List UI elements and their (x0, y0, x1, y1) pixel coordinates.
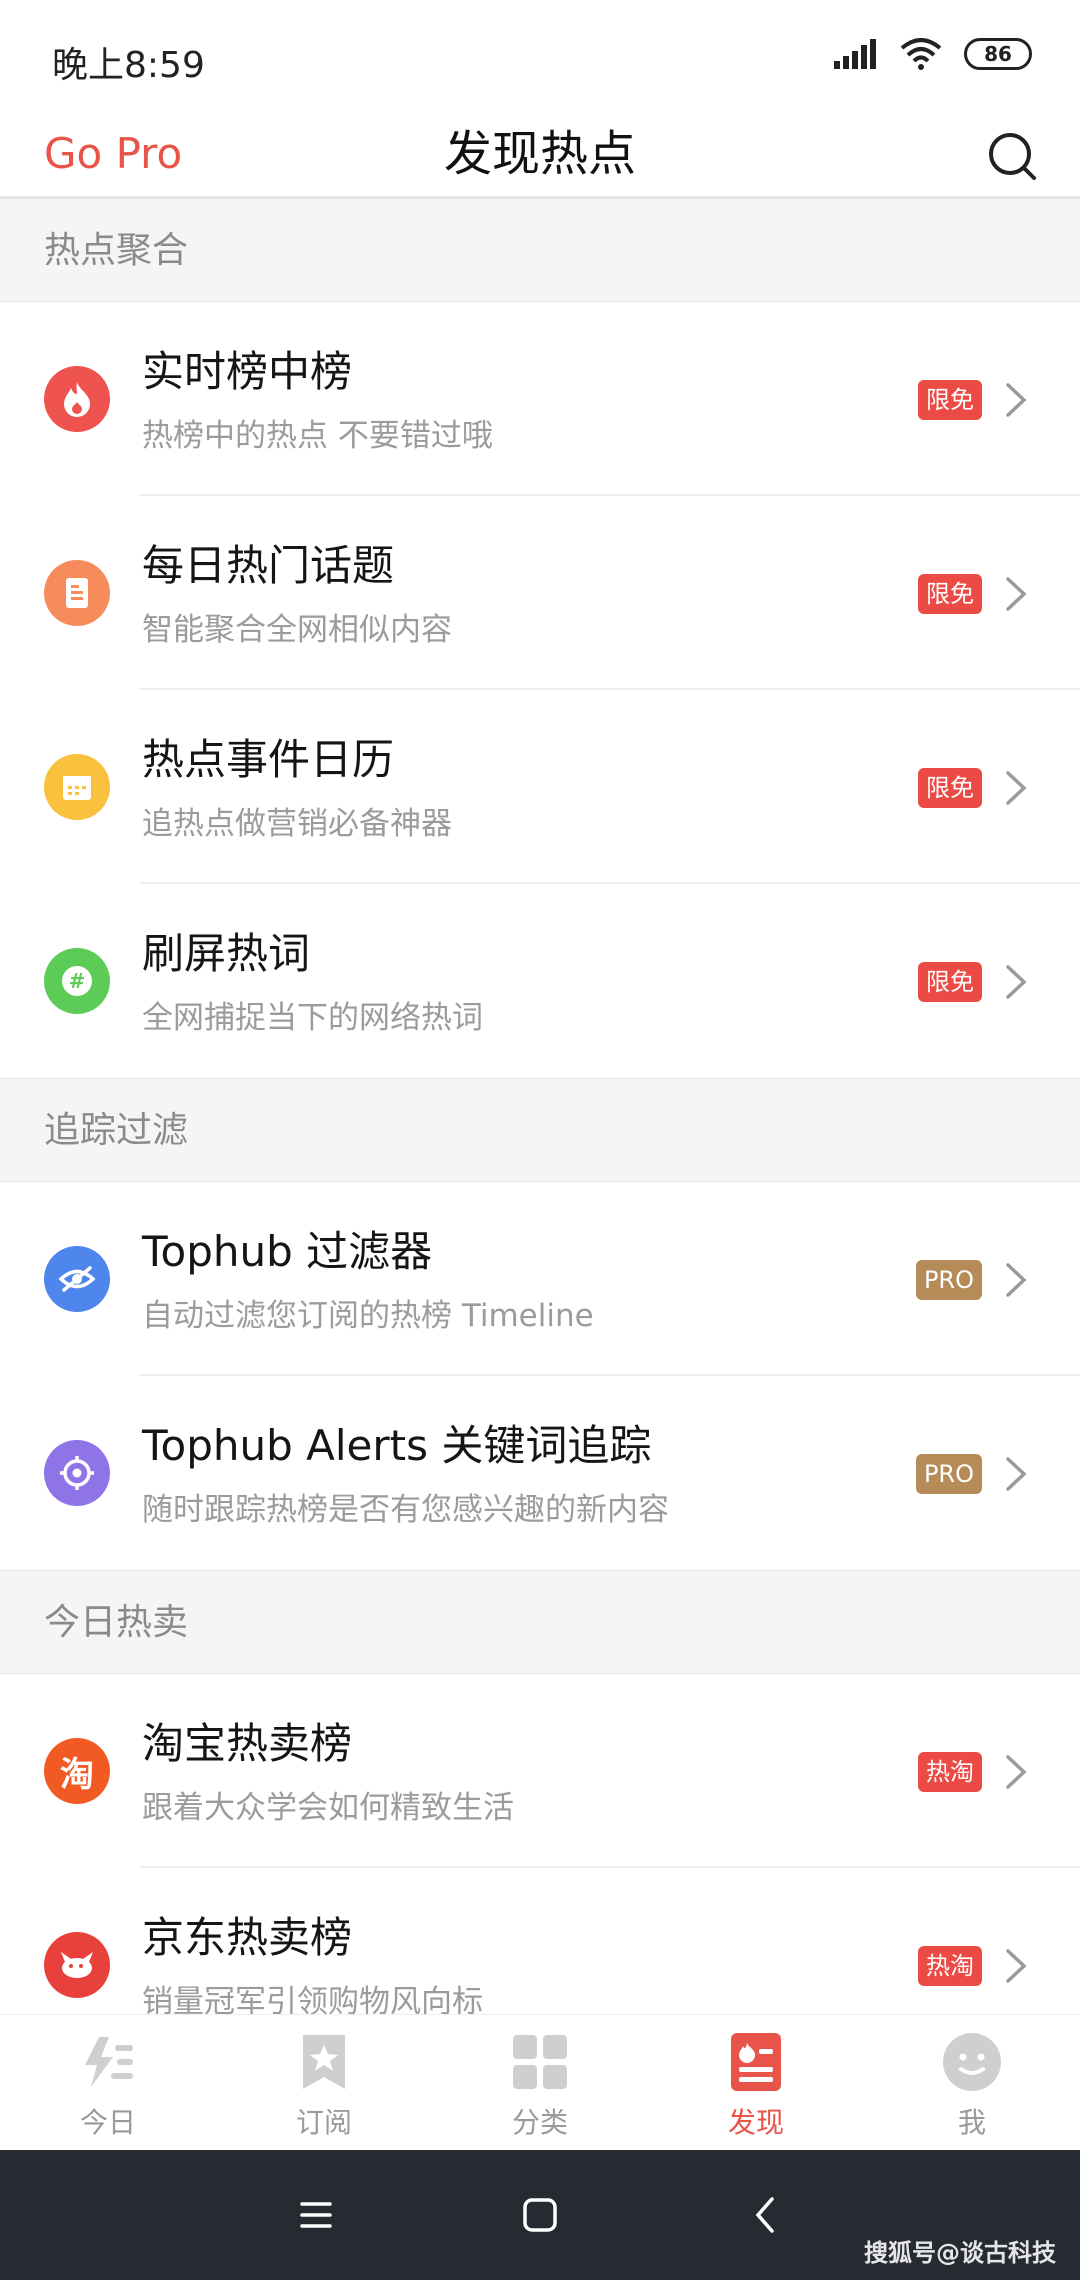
chevron-right-icon (1006, 1457, 1027, 1491)
discover-icon (731, 2033, 781, 2091)
hot-badge: 热淘 (918, 1752, 982, 1792)
bookmark-star-icon (303, 2035, 345, 2089)
item-title: 每日热门话题 (142, 541, 395, 590)
nav-category[interactable]: 分类 (432, 2015, 648, 2150)
chevron-right-icon (1006, 771, 1027, 805)
nav-label: 今日 (79, 2106, 136, 2139)
chevron-right-icon (1006, 383, 1027, 417)
nav-me[interactable]: 我 (864, 2015, 1080, 2150)
hot-badge: 热淘 (918, 1946, 982, 1986)
item-subtitle: 全网捕捉当下的网络热词 (142, 1000, 483, 1036)
list-item-realtime-ranking[interactable]: 实时榜中榜 热榜中的热点 不要错过哦 限免 (0, 302, 1080, 496)
list-item-daily-topics[interactable]: 每日热门话题 智能聚合全网相似内容 限免 (0, 496, 1080, 690)
list-item-tophub-alerts[interactable]: Tophub Alerts 关键词追踪 随时跟踪热榜是否有您感兴趣的新内容 PR… (0, 1376, 1080, 1570)
page-title: 发现热点 (443, 126, 636, 182)
jd-dog-icon (44, 1932, 110, 1998)
item-subtitle: 自动过滤您订阅的热榜 Timeline (142, 1298, 594, 1334)
list-item-taobao-ranking[interactable]: 淘 淘宝热卖榜 跟着大众学会如何精致生活 热淘 (0, 1674, 1080, 1868)
item-subtitle: 随时跟踪热榜是否有您感兴趣的新内容 (142, 1492, 669, 1528)
grid-icon (513, 2035, 567, 2089)
battery-indicator: 86 (964, 38, 1032, 70)
target-icon (44, 1440, 110, 1506)
section-header-today-hot-sales: 今日热卖 (0, 1570, 1080, 1674)
free-badge: 限免 (918, 768, 982, 808)
free-badge: 限免 (918, 574, 982, 614)
item-title: 热点事件日历 (142, 735, 395, 784)
profile-face-icon (943, 2033, 1001, 2091)
watermark: 搜狐号@谈古科技 (864, 2239, 1056, 2267)
nav-subscribe[interactable]: 订阅 (216, 2015, 432, 2150)
home-icon[interactable] (510, 2185, 570, 2245)
list-item-tophub-filter[interactable]: Tophub 过滤器 自动过滤您订阅的热榜 Timeline PRO (0, 1182, 1080, 1376)
nav-label: 我 (957, 2106, 986, 2139)
item-title: 京东热卖榜 (142, 1913, 353, 1962)
calendar-icon (44, 754, 110, 820)
pro-badge: PRO (915, 1454, 982, 1494)
nav-discover[interactable]: 发现 (648, 2015, 864, 2150)
svg-text:#: # (69, 969, 86, 993)
chevron-right-icon (1006, 1263, 1027, 1297)
list-item-event-calendar[interactable]: 热点事件日历 追热点做营销必备神器 限免 (0, 690, 1080, 884)
item-subtitle: 跟着大众学会如何精致生活 (142, 1790, 514, 1826)
status-icons: 86 (834, 38, 1032, 70)
document-icon (44, 560, 110, 626)
back-icon[interactable] (736, 2185, 796, 2245)
nav-label: 分类 (511, 2106, 568, 2139)
search-icon[interactable] (984, 128, 1040, 184)
menu-icon[interactable] (286, 2185, 346, 2245)
section-title: 今日热卖 (44, 1602, 189, 1643)
item-title: 淘宝热卖榜 (142, 1719, 353, 1768)
chevron-right-icon (1006, 965, 1027, 999)
item-title: Tophub Alerts 关键词追踪 (142, 1421, 652, 1470)
section-title: 热点聚合 (44, 230, 189, 271)
status-bar: 晚上8:59 86 (0, 0, 1080, 110)
section-header-hot-aggregation: 热点聚合 (0, 198, 1080, 302)
system-nav-bar: 搜狐号@谈古科技 (0, 2150, 1080, 2280)
hashtag-icon: # (44, 948, 110, 1014)
item-subtitle: 智能聚合全网相似内容 (142, 612, 452, 648)
nav-today[interactable]: 今日 (0, 2015, 216, 2150)
chevron-right-icon (1006, 577, 1027, 611)
chevron-right-icon (1006, 1949, 1027, 1983)
nav-label: 订阅 (295, 2106, 352, 2139)
section-title: 追踪过滤 (44, 1110, 189, 1151)
item-title: 刷屏热词 (142, 929, 311, 978)
flame-icon (44, 366, 110, 432)
item-subtitle: 热榜中的热点 不要错过哦 (142, 418, 493, 454)
taobao-glyph: 淘 (60, 1754, 94, 1795)
list-item-trending-words[interactable]: # 刷屏热词 全网捕捉当下的网络热词 限免 (0, 884, 1080, 1078)
nav-label: 发现 (727, 2106, 784, 2139)
item-subtitle: 追热点做营销必备神器 (142, 806, 452, 842)
item-subtitle: 销量冠军引领购物风向标 (142, 1984, 483, 2014)
free-badge: 限免 (918, 380, 982, 420)
status-time: 晚上8:59 (52, 45, 205, 86)
app-header: Go Pro 发现热点 (0, 110, 1080, 198)
item-title: 实时榜中榜 (142, 347, 353, 396)
wifi-icon (900, 38, 942, 70)
signal-icon (834, 39, 876, 69)
pro-badge: PRO (915, 1260, 982, 1300)
bottom-nav: 今日 订阅 分类 发现 我 (0, 2014, 1080, 2150)
taobao-icon: 淘 (44, 1738, 110, 1804)
eye-slash-icon (44, 1246, 110, 1312)
section-header-tracking-filter: 追踪过滤 (0, 1078, 1080, 1182)
item-title: Tophub 过滤器 (142, 1227, 433, 1276)
free-badge: 限免 (918, 962, 982, 1002)
chevron-right-icon (1006, 1755, 1027, 1789)
today-icon (85, 2037, 133, 2087)
list-item-jd-ranking[interactable]: 京东热卖榜 销量冠军引领购物风向标 热淘 (0, 1868, 1080, 2014)
